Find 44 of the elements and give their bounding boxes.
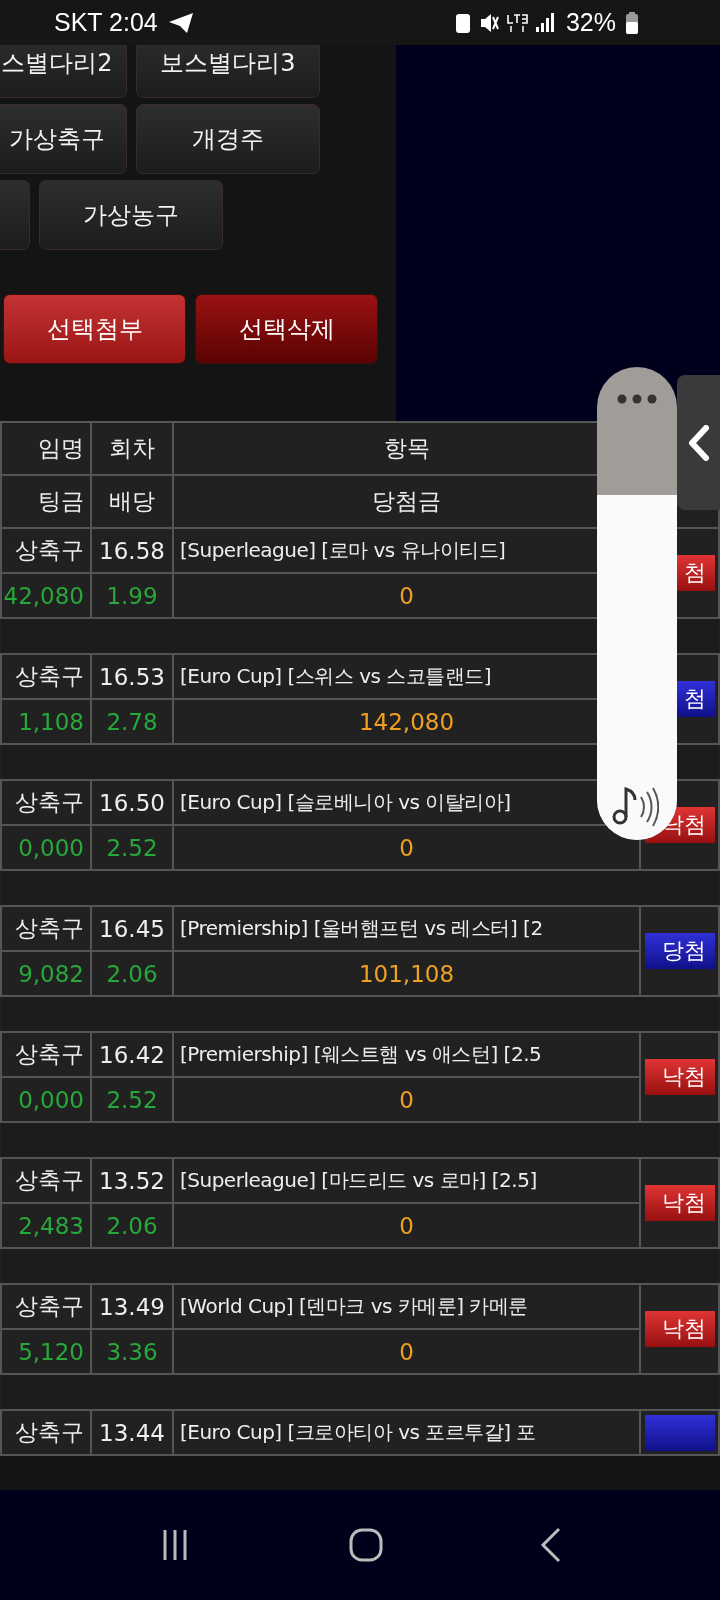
more-icon[interactable] [617, 394, 657, 404]
menu-button[interactable]: 개경주 [136, 104, 320, 174]
menu-button[interactable]: 가상축구 [0, 104, 127, 174]
column-header: 배당 [91, 475, 173, 528]
table-cell: 16.50 [91, 780, 173, 825]
table-cell: [Superleague] [마드리드 vs 로마] [2.5] [173, 1158, 640, 1203]
menu-button[interactable]: 스별다리2 [0, 45, 127, 98]
carrier-time: SKT 2:04 [54, 8, 158, 37]
back-icon[interactable] [538, 1527, 563, 1563]
table-cell: 상축구 [1, 1410, 91, 1455]
table-cell: [Premiership] [울버햄프턴 vs 레스터] [2 [173, 906, 640, 951]
table-cell: 상축구 [1, 780, 91, 825]
table-cell: [Premiership] [웨스트햄 vs 애스턴] [2.5 [173, 1032, 640, 1077]
paper-plane-icon [167, 11, 194, 34]
table-cell: 상축구 [1, 528, 91, 573]
home-icon[interactable] [348, 1527, 384, 1563]
action-button[interactable]: 선택첨부 [3, 294, 186, 364]
battery-percent: 32% [565, 8, 616, 37]
table-cell: [World Cup] [덴마크 vs 카메룬] 카메룬 [173, 1284, 640, 1329]
column-header: 임명 [1, 422, 91, 475]
action-button[interactable]: 선택삭제 [195, 294, 378, 364]
result-badge: 낙첨 [644, 1185, 715, 1221]
battery-icon [626, 11, 638, 34]
table-cell: 상축구 [1, 1032, 91, 1077]
column-header: 팅금 [1, 475, 91, 528]
menu-button[interactable]: 보스별다리3 [136, 45, 320, 98]
side-panel-handle[interactable] [677, 375, 720, 510]
table-cell: 13.49 [91, 1284, 173, 1329]
menu-button[interactable]: 가상농구 [39, 180, 223, 250]
table-cell: 16.53 [91, 654, 173, 699]
table-cell: 상축구 [1, 1158, 91, 1203]
table-cell: 13.52 [91, 1158, 173, 1203]
table-cell: 상축구 [1, 1284, 91, 1329]
table-cell: 16.45 [91, 906, 173, 951]
result-badge: 낙첨 [644, 1059, 715, 1095]
result-badge: 낙첨 [644, 1311, 715, 1347]
table-cell: 16.58 [91, 528, 173, 573]
table-cell: 16.42 [91, 1032, 173, 1077]
table-cell: 13.44 [91, 1410, 173, 1455]
table-cell: 상축구 [1, 906, 91, 951]
result-badge: 당첨 [644, 933, 715, 969]
column-header: 회차 [91, 422, 173, 475]
table-cell: 상축구 [1, 654, 91, 699]
table-cell: [Euro Cup] [크로아티아 vs 포르투갈] 포 [173, 1410, 640, 1455]
